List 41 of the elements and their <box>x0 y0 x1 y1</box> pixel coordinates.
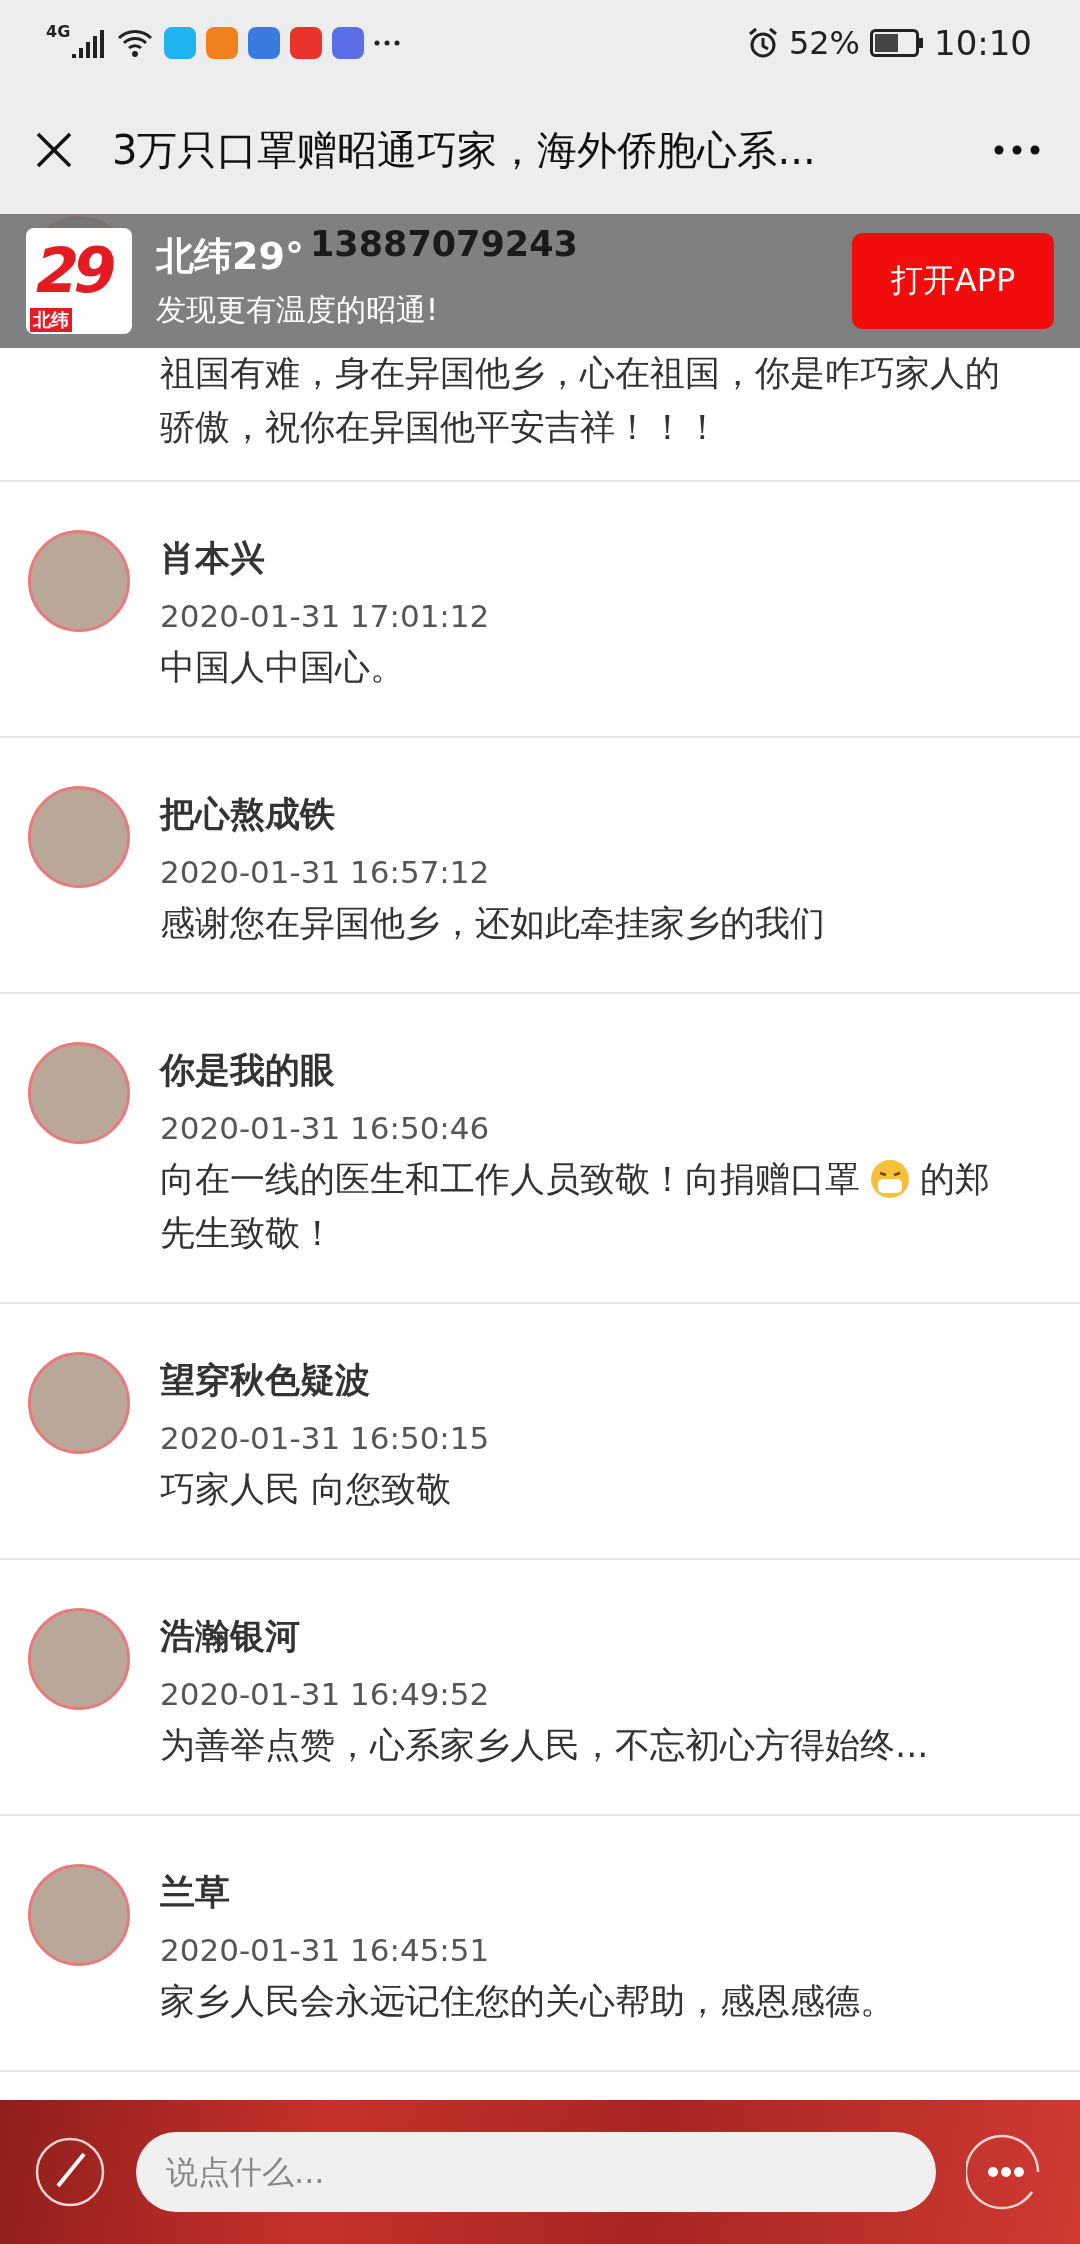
comment-date: 2020-01-31 16:50:46 <box>160 1109 491 1148</box>
comment-text: 先生致敬！ <box>160 1212 335 1255</box>
comment-date: 2020-01-31 16:50:15 <box>160 1419 491 1458</box>
more-icon[interactable] <box>994 145 1040 155</box>
mask-face-icon <box>870 1159 910 1199</box>
signal-icon <box>72 28 107 58</box>
comment-text: 家乡人民会永远记住您的关心帮助，感恩感德。 <box>160 1981 895 2021</box>
comment-text: 感谢您在异国他乡，还如此牵挂家乡的我们 <box>160 903 825 943</box>
more-notifications-icon <box>374 40 401 46</box>
comment-text: 的郑 <box>920 1158 990 1201</box>
commenter-name: 望穿秋色疑波 <box>160 1359 370 1402</box>
battery-percent: 52% <box>788 24 860 62</box>
commenter-name: 你是我的眼 <box>160 1049 335 1092</box>
comment-date: 2020-01-31 16:57:12 <box>160 853 491 892</box>
comment-text: 向在一线的医生和工作人员致敬！向捐赠口罩 <box>160 1158 860 1201</box>
comment-text: 祖国有难，身在异国他乡，心在祖国，你是咋巧家人的骄傲，祝你在异国他平安吉祥！！！ <box>160 353 1000 447</box>
commenter-name: 把心熬成铁 <box>160 793 335 836</box>
commenter-name: 13887079243 <box>310 223 578 266</box>
clock-time: 10:10 <box>934 23 1032 63</box>
commenter-name: 浩瀚银河 <box>160 1615 300 1658</box>
commenter-name: 肖本兴 <box>160 537 265 580</box>
comment-date: 2020-01-31 16:49:52 <box>160 1675 491 1714</box>
battery-icon <box>870 29 924 57</box>
open-app-button[interactable]: 打开APP <box>852 233 1054 329</box>
alarm-icon <box>746 27 779 59</box>
comment-date: 2020-01-31 16:45:51 <box>160 1931 491 1970</box>
close-icon[interactable] <box>34 130 74 170</box>
comment-date: 2020-01-31 17:01:12 <box>160 597 491 636</box>
page-title: 3万只口罩赠昭通巧家，海外侨胞心系... <box>112 125 817 175</box>
network-type: 4G <box>46 22 71 41</box>
logo-caption: 北纬 <box>30 308 72 332</box>
comment-text: 巧家人民 向您致敬 <box>160 1469 452 1509</box>
edit-icon[interactable] <box>34 2136 106 2208</box>
comment-text: 为善举点赞，心系家乡人民，不忘初心方得始终... <box>160 1725 929 1765</box>
logo-numeral: 29 <box>36 234 111 307</box>
comment-input-field[interactable]: 说点什么... <box>136 2132 936 2212</box>
wifi-icon <box>116 28 155 58</box>
app-name: 北纬29° <box>156 233 304 280</box>
app-slogan: 发现更有温度的昭通! <box>156 291 439 329</box>
commenter-name: 兰草 <box>160 1871 230 1914</box>
comment-text: 中国人中国心。 <box>160 647 405 687</box>
